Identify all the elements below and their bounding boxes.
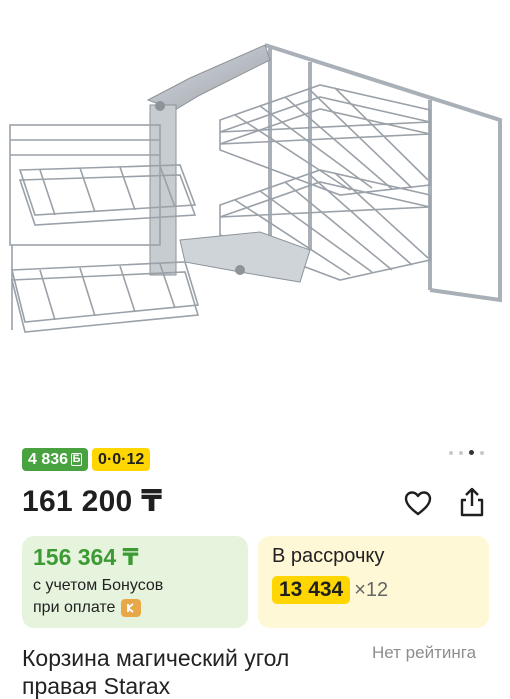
favorite-button[interactable]: [402, 487, 434, 519]
bonus-value: 4 836: [28, 450, 69, 468]
installment-title: В рассрочку: [272, 545, 385, 567]
payment-note-text: при оплате: [33, 599, 116, 616]
bonus-note: с учетом Бонусов: [33, 577, 164, 594]
gallery-dot[interactable]: [480, 450, 484, 455]
installment-card[interactable]: В рассрочку 13 434 ×12: [258, 536, 489, 628]
bonus-badge[interactable]: 4 836 Б: [22, 448, 89, 471]
bonus-price: 156 364 ₸: [33, 544, 139, 570]
share-icon: [460, 487, 484, 517]
product-image[interactable]: [0, 0, 510, 440]
payment-note: при оплате: [33, 599, 142, 617]
gallery-dot-active[interactable]: [469, 450, 474, 455]
installment-months: ×12: [354, 578, 389, 601]
installment-row: 13 434 ×12: [272, 576, 388, 604]
corner-basket-illustration: [9, 43, 502, 333]
kaspi-pay-icon: [121, 599, 142, 617]
installment-monthly: 13 434: [272, 576, 351, 604]
bonus-icon: Б: [71, 453, 83, 466]
gallery-dot[interactable]: [449, 450, 453, 455]
product-price: 161 200 ₸: [22, 485, 163, 518]
gallery-pagination: [449, 450, 484, 455]
bonus-price-card[interactable]: 156 364 ₸ с учетом Бонусов при оплате: [22, 536, 248, 628]
installment-badge[interactable]: 0·0·12: [92, 448, 151, 471]
badge-row: 4 836 Б 0·0·12: [22, 448, 151, 471]
rating-status[interactable]: Нет рейтинга: [372, 643, 476, 663]
share-button[interactable]: [455, 485, 489, 519]
gallery-dot[interactable]: [459, 450, 463, 455]
product-title: Корзина магический угол правая Starax: [22, 645, 290, 699]
heart-icon: [404, 491, 432, 516]
